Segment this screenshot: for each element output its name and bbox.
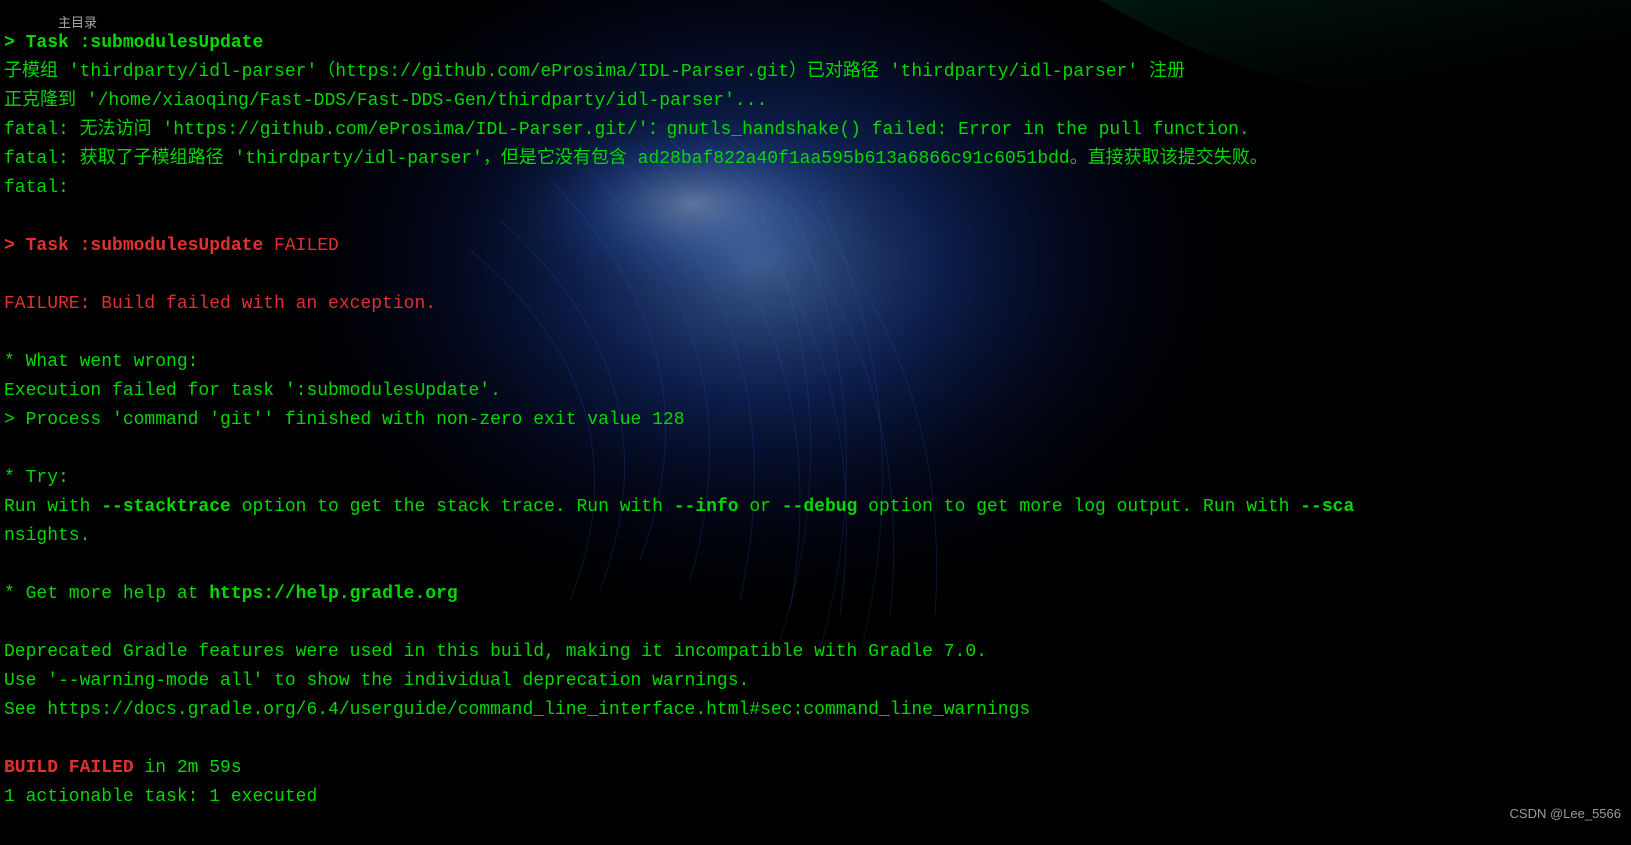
output-line: 正克隆到 '/home/xiaoqing/Fast-DDS/Fast-DDS-G… <box>4 91 767 111</box>
output-line: 子模组 'thirdparty/idl-parser'（https://gith… <box>4 62 1185 82</box>
failure-heading: FAILURE: Build failed with an exception. <box>4 294 436 314</box>
output-line: fatal: 无法访问 'https://github.com/eProsima… <box>4 120 1250 140</box>
output-line: > Process 'command 'git'' finished with … <box>4 410 685 430</box>
output-line: fatal: <box>4 178 69 198</box>
help-url: https://help.gradle.org <box>209 584 457 604</box>
output-line: Execution failed for task ':submodulesUp… <box>4 381 501 401</box>
failed-suffix: FAILED <box>263 236 339 256</box>
cli-option: --stacktrace <box>101 497 231 517</box>
terminal-output: > Task :submodulesUpdate 子模组 'thirdparty… <box>0 0 1631 812</box>
output-line: nsights. <box>4 526 90 546</box>
build-failed-label: BUILD FAILED <box>4 758 134 778</box>
task-failed-line: > Task :submodulesUpdate <box>4 236 263 256</box>
toc-watermark: 主目录 <box>58 8 97 37</box>
cli-option: --info <box>674 497 739 517</box>
section-heading: * What went wrong: <box>4 352 198 372</box>
csdn-watermark: CSDN @Lee_5566 <box>1510 799 1621 828</box>
section-heading: * Get more help at <box>4 584 209 604</box>
build-time: in 2m 59s <box>134 758 242 778</box>
output-line: Deprecated Gradle features were used in … <box>4 642 987 662</box>
output-line: Use '--warning-mode all' to show the ind… <box>4 671 749 691</box>
cli-option: --sca <box>1300 497 1354 517</box>
section-heading: * Try: <box>4 468 69 488</box>
cli-option: --debug <box>782 497 858 517</box>
output-line: fatal: 获取了子模组路径 'thirdparty/idl-parser'，… <box>4 149 1268 169</box>
output-line: 1 actionable task: 1 executed <box>4 787 317 807</box>
output-line: See https://docs.gradle.org/6.4/userguid… <box>4 700 1030 720</box>
output-line: Run with <box>4 497 101 517</box>
task-header-line: > Task :submodulesUpdate <box>4 33 263 53</box>
